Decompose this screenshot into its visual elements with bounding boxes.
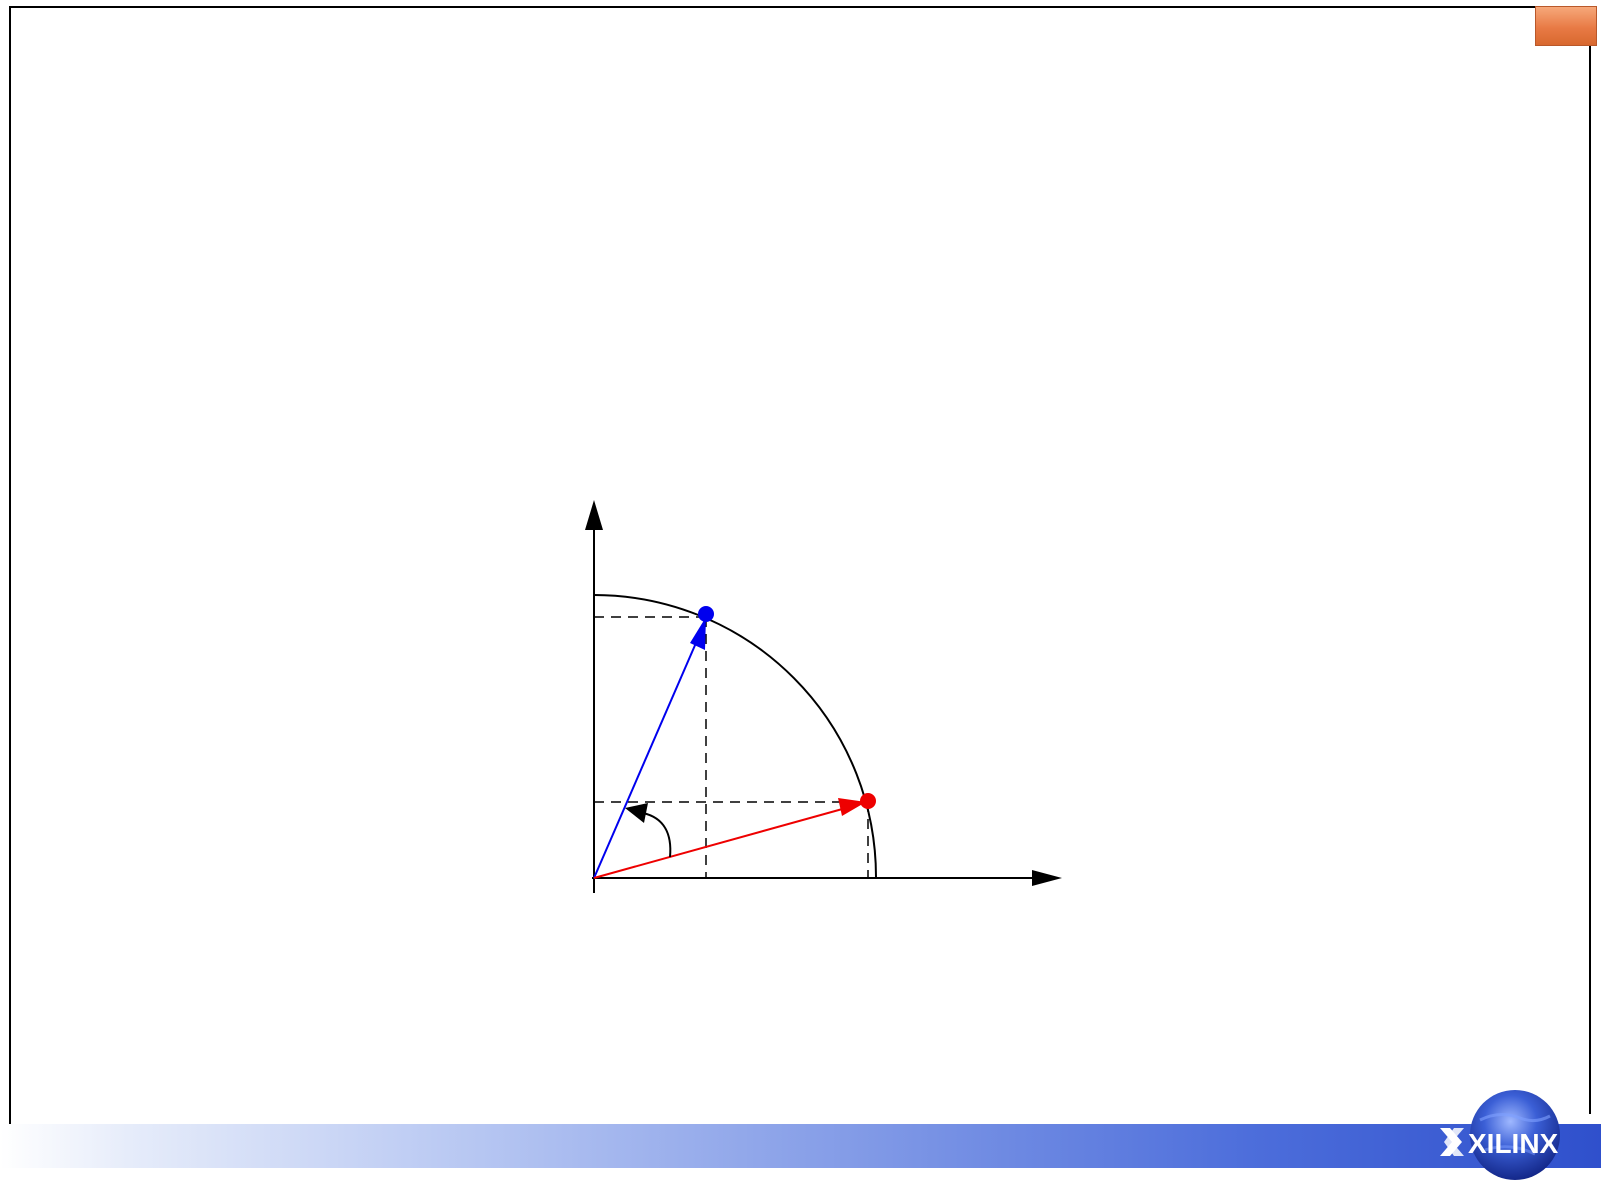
slide: XILINX [0, 0, 1601, 1191]
projection-lines [594, 616, 869, 878]
footer-bar [0, 1124, 1601, 1168]
rotation-angle-arrow [625, 803, 672, 858]
rotated-vector-arrowhead [690, 617, 706, 650]
xilinx-mark-icon [1440, 1128, 1464, 1156]
rotated-vector [593, 606, 714, 879]
xilinx-logo-text: XILINX [1468, 1128, 1559, 1159]
x-axis-arrowhead [1032, 870, 1062, 886]
original-vector-point [860, 793, 876, 809]
y-axis-arrowhead [585, 500, 603, 530]
rotated-vector-point [698, 606, 714, 622]
unit-circle-arc [593, 594, 878, 879]
x-axis [592, 870, 1062, 886]
rotation-arrowhead [625, 803, 648, 823]
y-axis [585, 500, 603, 893]
xilinx-globe-logo: XILINX [1440, 1090, 1560, 1180]
rotation-diagram [585, 500, 1062, 893]
